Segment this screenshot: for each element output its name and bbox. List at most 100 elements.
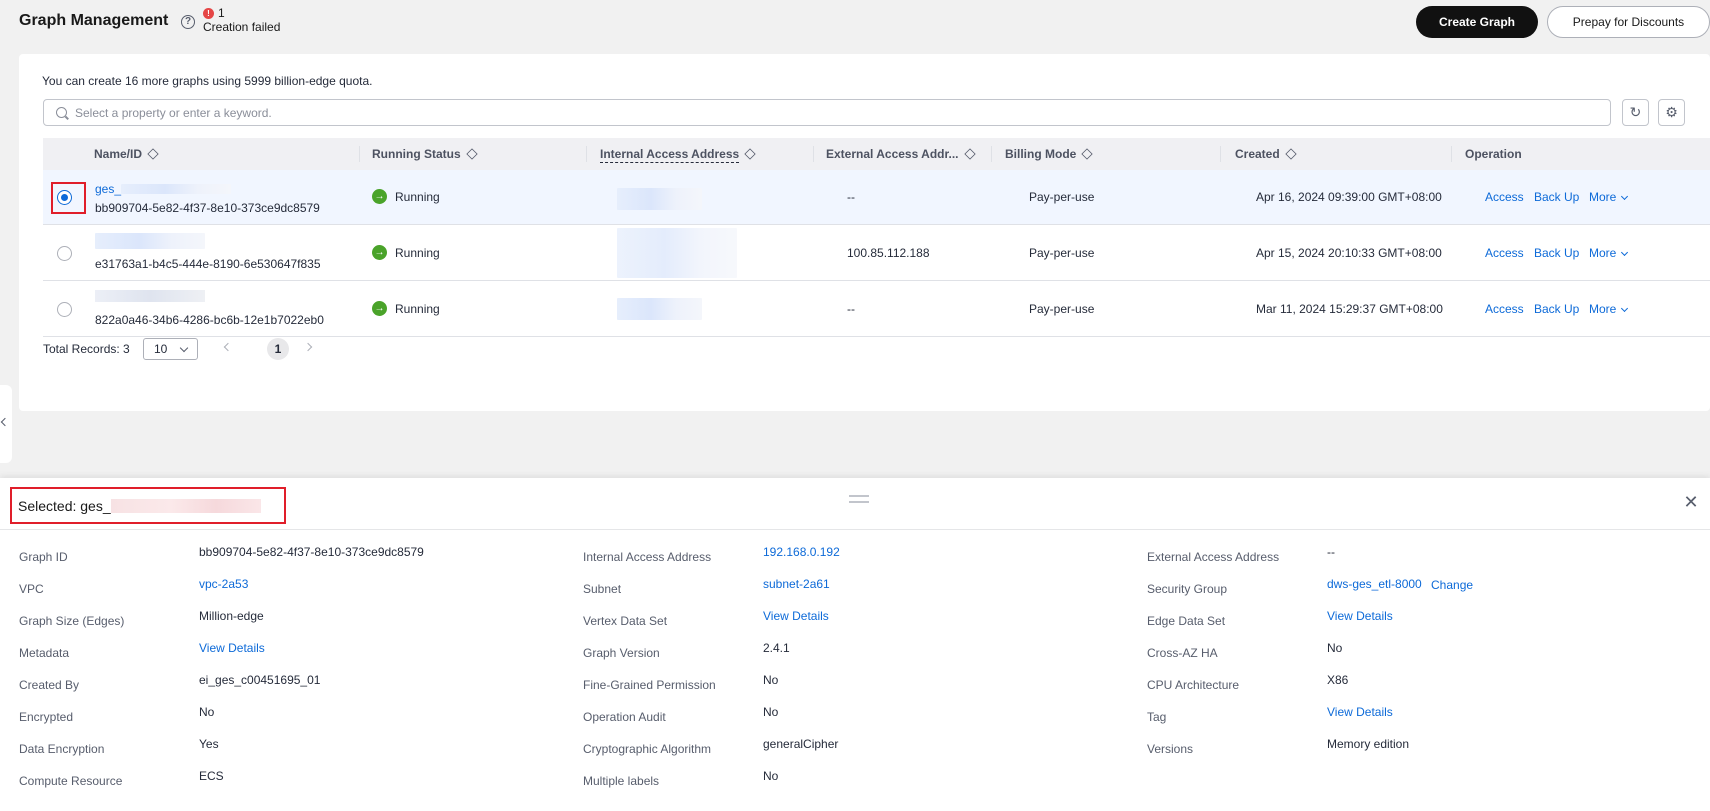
refresh-button[interactable]: ↻ — [1622, 99, 1649, 126]
column-header-name[interactable]: Name/ID — [94, 138, 159, 170]
graph-id: 822a0a46-34b6-4286-bc6b-12e1b7022eb0 — [95, 313, 324, 327]
access-link[interactable]: Access — [1485, 190, 1524, 204]
chevron-down-icon — [1621, 248, 1629, 257]
detail-label: Graph Version — [583, 646, 660, 660]
running-icon: → — [372, 301, 387, 316]
row-radio[interactable] — [57, 302, 72, 317]
running-status: Running — [395, 302, 440, 316]
detail-label: Versions — [1147, 742, 1194, 756]
detail-value-link[interactable]: 192.168.0.192 — [763, 545, 840, 559]
billing-mode: Pay-per-use — [1029, 190, 1095, 204]
column-header-internal-address[interactable]: Internal Access Address — [600, 138, 756, 170]
create-graph-button[interactable]: Create Graph — [1416, 6, 1538, 38]
backup-link[interactable]: Back Up — [1534, 246, 1579, 260]
detail-value: generalCipher — [763, 737, 839, 751]
sort-icon[interactable] — [466, 148, 478, 160]
close-icon[interactable]: ✕ — [1683, 493, 1699, 511]
row-radio[interactable] — [57, 246, 72, 261]
backup-link[interactable]: Back Up — [1534, 302, 1579, 316]
detail-label: Graph ID — [19, 550, 68, 564]
failed-badge[interactable]: ! 1 — [203, 6, 225, 20]
graph-name-link[interactable] — [95, 290, 205, 305]
column-header-created[interactable]: Created — [1235, 138, 1297, 170]
sort-icon[interactable] — [1081, 148, 1093, 160]
detail-label: Cross-AZ HA — [1147, 646, 1218, 660]
failed-text[interactable]: Creation failed — [203, 20, 280, 34]
detail-value-link[interactable]: vpc-2a53 — [199, 577, 248, 591]
detail-value-link[interactable]: View Details — [199, 641, 265, 655]
row-radio[interactable] — [57, 190, 72, 205]
prev-page-icon[interactable] — [223, 342, 233, 352]
more-dropdown[interactable]: More — [1589, 246, 1629, 260]
column-header-status[interactable]: Running Status — [372, 138, 478, 170]
search-input[interactable]: Select a property or enter a keyword. — [43, 99, 1611, 126]
detail-value-link[interactable]: View Details — [1327, 705, 1393, 719]
detail-label: Internal Access Address — [583, 550, 712, 564]
detail-value: X86 — [1327, 673, 1349, 687]
sort-icon[interactable] — [147, 148, 159, 160]
detail-label: Graph Size (Edges) — [19, 614, 125, 628]
sort-icon[interactable] — [963, 148, 976, 160]
detail-value: ECS — [199, 769, 224, 783]
detail-label: Created By — [19, 678, 80, 692]
alert-icon: ! — [203, 7, 214, 19]
sort-icon[interactable] — [1285, 148, 1297, 160]
detail-label: Cryptographic Algorithm — [583, 742, 712, 756]
detail-label: CPU Architecture — [1147, 678, 1240, 692]
created-time: Apr 15, 2024 20:10:33 GMT+08:00 — [1256, 246, 1442, 260]
internal-address-redacted — [617, 228, 737, 278]
detail-label: Security Group — [1147, 582, 1228, 596]
column-header-external-address[interactable]: External Access Addr... — [826, 138, 976, 170]
table-row[interactable]: e31763a1-b4c5-444e-8190-6e530647f835 → R… — [43, 226, 1710, 281]
drag-handle[interactable] — [849, 495, 869, 503]
graph-name-link[interactable]: ges_ — [95, 182, 232, 196]
backup-link[interactable]: Back Up — [1534, 190, 1579, 204]
page-size-select[interactable]: 10 — [143, 338, 198, 360]
chevron-down-icon — [1621, 192, 1629, 201]
detail-value-link[interactable]: dws-ges_etl-8000 — [1327, 577, 1422, 591]
detail-value-link[interactable]: subnet-2a61 — [763, 577, 830, 591]
detail-label: VPC — [19, 582, 44, 596]
page-number[interactable]: 1 — [267, 338, 289, 360]
help-icon[interactable]: ? — [181, 15, 195, 29]
running-status: Running — [395, 190, 440, 204]
more-dropdown[interactable]: More — [1589, 302, 1629, 316]
page-header: Graph Management ? ! 1 Creation failed C… — [0, 0, 1710, 50]
more-dropdown[interactable]: More — [1589, 190, 1629, 204]
access-link[interactable]: Access — [1485, 302, 1524, 316]
detail-label: Multiple labels — [583, 774, 660, 788]
detail-value-link[interactable]: View Details — [1327, 609, 1393, 623]
detail-value: -- — [1327, 545, 1335, 559]
graph-list-card: You can create 16 more graphs using 5999… — [19, 54, 1710, 411]
detail-value: 2.4.1 — [763, 641, 790, 655]
sort-icon[interactable] — [744, 148, 756, 160]
sidebar-collapse-button[interactable] — [0, 385, 12, 463]
quota-text: You can create 16 more graphs using 5999… — [42, 74, 373, 88]
chevron-down-icon — [179, 343, 189, 353]
chevron-left-icon — [0, 417, 10, 427]
access-link[interactable]: Access — [1485, 246, 1524, 260]
detail-value-link[interactable]: View Details — [763, 609, 829, 623]
detail-value: No — [763, 769, 779, 783]
prepay-button[interactable]: Prepay for Discounts — [1547, 6, 1710, 38]
created-time: Apr 16, 2024 09:39:00 GMT+08:00 — [1256, 190, 1442, 204]
change-security-group-link[interactable]: Change — [1431, 578, 1473, 592]
next-page-icon[interactable] — [303, 342, 313, 352]
graph-name-link[interactable] — [95, 233, 205, 252]
detail-label: External Access Address — [1147, 550, 1280, 564]
created-time: Mar 11, 2024 15:29:37 GMT+08:00 — [1256, 302, 1443, 316]
table-row[interactable]: 822a0a46-34b6-4286-bc6b-12e1b7022eb0 → R… — [43, 282, 1710, 337]
search-placeholder: Select a property or enter a keyword. — [75, 106, 272, 120]
detail-label: Tag — [1147, 710, 1167, 724]
internal-address-redacted — [617, 188, 702, 210]
detail-value: Million-edge — [199, 609, 264, 623]
settings-button[interactable]: ⚙ — [1658, 99, 1685, 126]
detail-value: Memory edition — [1327, 737, 1410, 751]
column-header-billing[interactable]: Billing Mode — [1005, 138, 1093, 170]
detail-label: Metadata — [19, 646, 70, 660]
detail-label: Operation Audit — [583, 710, 666, 724]
detail-value: No — [199, 705, 215, 719]
page-title: Graph Management — [19, 12, 169, 29]
detail-value: No — [763, 705, 779, 719]
table-row[interactable]: ges_ bb909704-5e82-4f37-8e10-373ce9dc857… — [43, 170, 1710, 225]
